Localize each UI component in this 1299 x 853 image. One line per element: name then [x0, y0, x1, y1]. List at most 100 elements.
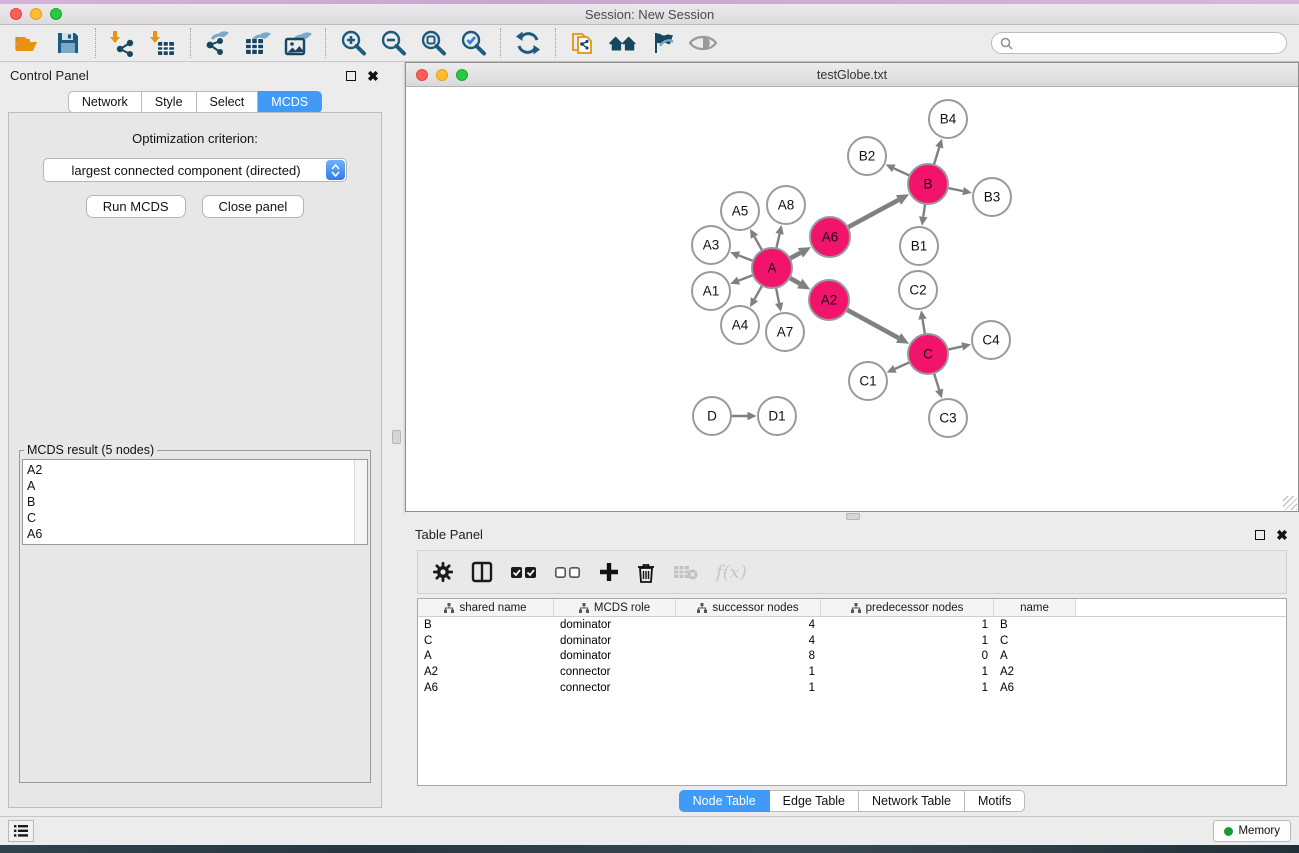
window-resize-grip[interactable] [1283, 496, 1297, 510]
open-session-icon[interactable] [13, 28, 43, 58]
tab-motifs[interactable]: Motifs [965, 790, 1025, 812]
table-cell[interactable]: 1 [821, 635, 994, 647]
graph-edge-A-A8[interactable] [776, 234, 779, 249]
add-column-icon[interactable] [599, 562, 619, 582]
table-row[interactable]: A6connector11A6 [418, 680, 1286, 696]
graph-edge-B-B4[interactable] [934, 147, 939, 165]
export-table-icon[interactable] [243, 28, 273, 58]
column-header-MCDS-role[interactable]: MCDS role [554, 599, 676, 616]
column-panel-icon[interactable] [471, 561, 493, 583]
table-cell[interactable]: dominator [554, 635, 676, 647]
run-mcds-button[interactable]: Run MCDS [86, 195, 186, 218]
table-cell[interactable]: 1 [821, 666, 994, 678]
tab-network-table[interactable]: Network Table [859, 790, 965, 812]
table-cell[interactable]: A2 [418, 666, 554, 678]
network-canvas[interactable]: B4B2BB3A8A5A6B1A3AA1C2A2A4A7C4CC1C3DD1 [406, 87, 1298, 511]
table-cell[interactable]: 4 [676, 619, 821, 631]
graph-edge-C-C1[interactable] [895, 362, 910, 369]
tab-node-table[interactable]: Node Table [679, 790, 770, 812]
eye-icon[interactable] [688, 28, 718, 58]
tab-mcds[interactable]: MCDS [258, 91, 322, 113]
graph-edge-B-B1[interactable] [923, 204, 925, 217]
save-session-icon[interactable] [53, 28, 83, 58]
column-header-name[interactable]: name [994, 599, 1076, 616]
table-cell[interactable]: B [418, 619, 554, 631]
table-cell[interactable]: 4 [676, 635, 821, 647]
zoom-out-icon[interactable] [378, 28, 408, 58]
export-image-icon[interactable] [283, 28, 313, 58]
table-cell[interactable]: 1 [676, 666, 821, 678]
float-panel-icon[interactable] [344, 69, 358, 83]
home-pair-icon[interactable] [608, 28, 638, 58]
graph-edge-A6-B[interactable] [848, 200, 899, 228]
graph-edge-C-C4[interactable] [948, 346, 963, 349]
table-cell[interactable]: B [994, 619, 1076, 631]
result-scrollbar[interactable] [354, 460, 367, 544]
zoom-in-icon[interactable] [338, 28, 368, 58]
delete-column-icon[interactable] [637, 562, 655, 583]
column-header-successor-nodes[interactable]: successor nodes [676, 599, 821, 616]
table-row[interactable]: Cdominator41C [418, 633, 1286, 649]
optimization-criterion-dropdown[interactable]: largest connected component (directed) [43, 158, 347, 182]
table-cell[interactable]: dominator [554, 650, 676, 662]
vertical-split-divider[interactable] [390, 62, 405, 816]
close-panel-icon[interactable]: ✖ [1275, 528, 1289, 542]
table-cell[interactable]: C [994, 635, 1076, 647]
divider-grip[interactable] [392, 430, 401, 444]
graph-edge-A-A1[interactable] [739, 275, 754, 281]
import-table-icon[interactable] [148, 28, 178, 58]
memory-button[interactable]: Memory [1213, 820, 1291, 842]
table-cell[interactable]: A6 [994, 682, 1076, 694]
float-panel-icon[interactable] [1253, 528, 1267, 542]
table-cell[interactable]: connector [554, 666, 676, 678]
search-input[interactable] [1018, 36, 1278, 50]
table-cell[interactable]: A [418, 650, 554, 662]
table-cell[interactable]: 0 [821, 650, 994, 662]
tab-network[interactable]: Network [68, 91, 142, 113]
graph-edge-A-A4[interactable] [754, 285, 762, 299]
horizontal-split-divider[interactable] [405, 512, 1299, 521]
graph-edge-A2-C[interactable] [847, 310, 899, 338]
export-network-icon[interactable] [203, 28, 233, 58]
tab-style[interactable]: Style [142, 91, 197, 113]
divider-grip[interactable] [846, 513, 860, 520]
deselect-all-icon[interactable] [555, 566, 581, 579]
table-row[interactable]: Adominator80A [418, 649, 1286, 665]
zoom-selected-icon[interactable] [458, 28, 488, 58]
copy-network-document-icon[interactable] [568, 28, 598, 58]
table-cell[interactable]: A6 [418, 682, 554, 694]
tab-edge-table[interactable]: Edge Table [770, 790, 859, 812]
table-row[interactable]: A2connector11A2 [418, 664, 1286, 680]
zoom-fit-icon[interactable] [418, 28, 448, 58]
network-window-titlebar[interactable]: testGlobe.txt [406, 63, 1298, 87]
table-cell[interactable]: A [994, 650, 1076, 662]
table-row[interactable]: Bdominator41B [418, 617, 1286, 633]
graph-edge-A-A5[interactable] [754, 237, 762, 251]
table-cell[interactable]: C [418, 635, 554, 647]
graph-edge-B-B2[interactable] [894, 168, 910, 175]
graph-edge-C-C3[interactable] [934, 373, 939, 390]
table-cell[interactable]: 1 [821, 619, 994, 631]
graph-edge-A-A6[interactable] [790, 253, 801, 259]
close-panel-icon[interactable]: ✖ [366, 69, 380, 83]
select-all-icon[interactable] [511, 566, 537, 579]
search-field[interactable] [991, 32, 1287, 54]
task-history-button[interactable] [8, 820, 34, 842]
table-cell[interactable]: connector [554, 682, 676, 694]
tab-select[interactable]: Select [197, 91, 259, 113]
flag-toggle-icon[interactable] [648, 28, 678, 58]
table-cell[interactable]: 1 [821, 682, 994, 694]
graph-edge-C-C2[interactable] [923, 319, 925, 334]
apply-layout-icon[interactable] [513, 28, 543, 58]
table-cell[interactable]: 1 [676, 682, 821, 694]
graph-edge-A-A2[interactable] [789, 278, 799, 284]
table-cell[interactable]: 8 [676, 650, 821, 662]
graph-edge-A-A7[interactable] [776, 288, 779, 303]
import-network-icon[interactable] [108, 28, 138, 58]
close-panel-button[interactable]: Close panel [202, 195, 305, 218]
settings-gear-icon[interactable] [433, 562, 453, 582]
graph-edge-A-A3[interactable] [739, 255, 754, 261]
column-header-shared-name[interactable]: shared name [418, 599, 554, 616]
column-header-predecessor-nodes[interactable]: predecessor nodes [821, 599, 994, 616]
graph-edge-B-B3[interactable] [948, 188, 963, 191]
